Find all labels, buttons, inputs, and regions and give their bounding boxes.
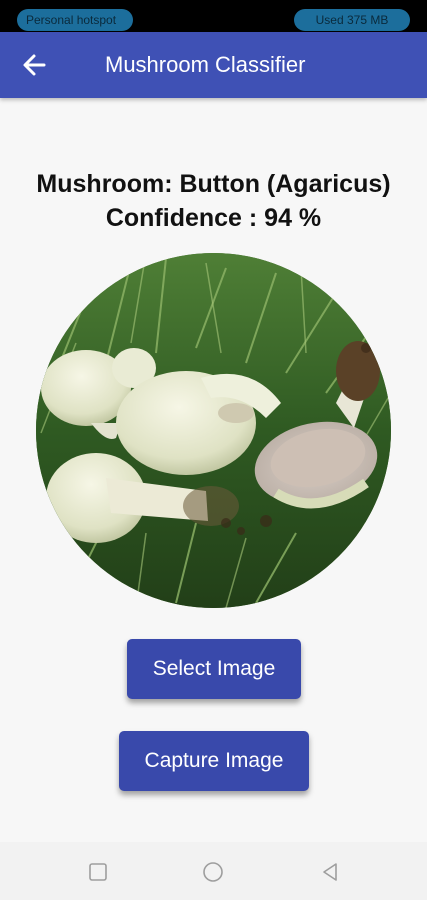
capture-image-button[interactable]: Capture Image bbox=[119, 731, 309, 791]
confidence-result: Confidence : 94 % bbox=[0, 204, 427, 233]
back-icon[interactable] bbox=[319, 861, 341, 883]
mushroom-value: Button (Agaricus) bbox=[179, 170, 391, 198]
mushroom-photo bbox=[36, 253, 391, 608]
data-usage-indicator: Used 375 MB bbox=[294, 9, 410, 31]
app-title: Mushroom Classifier bbox=[105, 52, 306, 77]
confidence-value: 94 % bbox=[264, 204, 322, 232]
app-bar: Mushroom Classifier bbox=[0, 32, 427, 98]
mushroom-illustration bbox=[36, 253, 391, 608]
recents-icon[interactable] bbox=[87, 861, 109, 883]
hotspot-indicator: Personal hotspot bbox=[17, 9, 133, 31]
arrow-back-icon bbox=[23, 54, 46, 76]
confidence-label: Confidence : bbox=[105, 204, 265, 232]
mushroom-label: Mushroom: bbox=[36, 170, 180, 198]
home-icon[interactable] bbox=[202, 861, 224, 883]
status-bar: Personal hotspot Used 375 MB bbox=[0, 0, 427, 32]
back-button[interactable] bbox=[14, 45, 54, 85]
select-image-button[interactable]: Select Image bbox=[127, 639, 301, 699]
mushroom-result: Mushroom: Button (Agaricus) bbox=[0, 170, 427, 199]
system-nav-bar bbox=[0, 842, 427, 900]
